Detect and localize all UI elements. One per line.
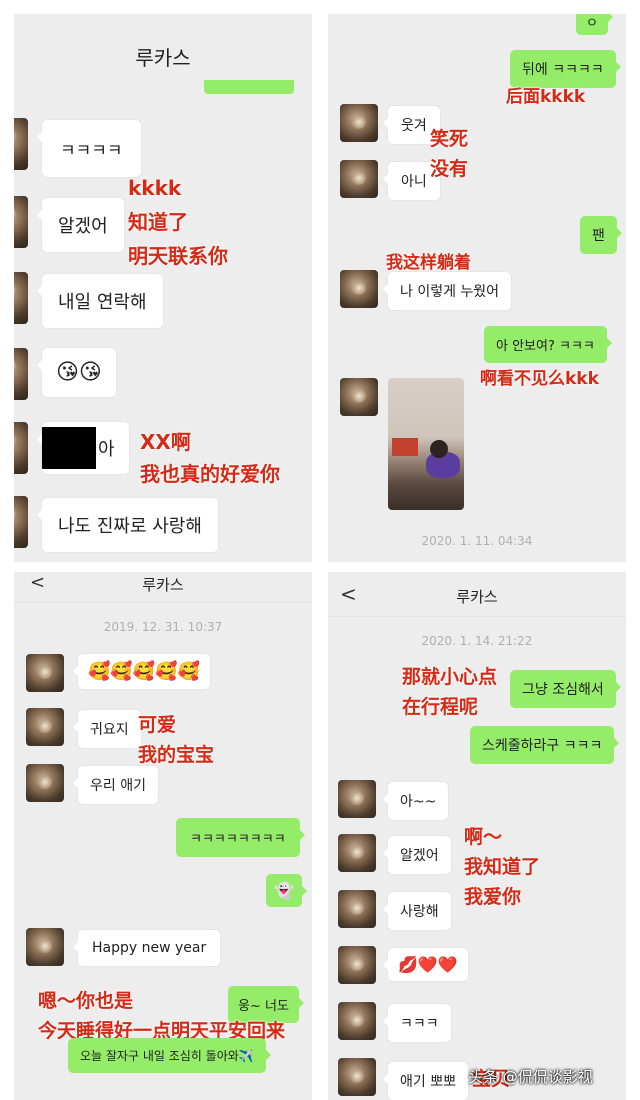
message-bubble: 내일 연락해	[37, 274, 163, 328]
timestamp: 2020. 1. 14. 21:22	[421, 634, 533, 648]
avatar	[26, 654, 64, 692]
avatar	[340, 378, 378, 416]
photo-detail	[430, 440, 448, 458]
message-bubble: 💋❤️❤️	[383, 948, 468, 981]
sent-bubble: 스케줄하라구 ㅋㅋㅋ	[470, 726, 620, 764]
sent-bubble: 아 안보여? ㅋㅋㅋ	[484, 326, 612, 363]
message-bubble: Happy new year	[72, 930, 221, 966]
avatar	[338, 780, 376, 818]
translation-note: 在行程呢	[402, 696, 479, 718]
message-bubble: 😘😘	[37, 348, 116, 397]
translation-note: 我知道了	[464, 856, 541, 878]
translation-note: 知道了	[128, 210, 188, 234]
translation-note: 我的宝宝	[138, 744, 215, 766]
translation-note: 可爱	[138, 714, 177, 736]
avatar	[14, 348, 28, 400]
translation-note: kkkk	[128, 176, 182, 200]
photo-detail	[392, 438, 418, 456]
avatar	[338, 1058, 376, 1096]
translation-note: 明天联系你	[128, 244, 228, 268]
avatar	[338, 834, 376, 872]
message-bubble: 알겠어	[383, 836, 451, 874]
translation-note: 嗯～你也是	[38, 990, 134, 1012]
avatar	[26, 708, 64, 746]
message-bubble: 아~~	[382, 782, 449, 820]
message-bubble: 사랑해	[383, 892, 451, 930]
avatar	[26, 764, 64, 802]
avatar	[338, 1002, 376, 1040]
translation-note: 那就小心点	[402, 666, 498, 688]
translation-note: 我这样躺着	[386, 253, 471, 273]
avatar	[14, 272, 28, 324]
translation-note: 我爱你	[464, 886, 522, 908]
message-bubble: ㅋㅋㅋㅋ	[37, 120, 141, 177]
message-bubble: 나도 진짜로 사랑해	[37, 498, 218, 552]
redacted-block	[42, 427, 96, 469]
avatar	[338, 946, 376, 984]
translation-note: 没有	[430, 158, 469, 180]
message-bubble: 귀요지	[73, 710, 141, 748]
avatar	[14, 496, 28, 548]
watermark: 头条 @侃侃谈影视	[468, 1068, 593, 1086]
message-bubble: 알겠어	[37, 198, 124, 252]
avatar	[340, 270, 378, 308]
message-bubble: 나 이렇게 누웠어	[382, 272, 512, 310]
message-bubble: 🥰🥰🥰🥰🥰	[72, 654, 211, 689]
sent-bubble: 👻	[266, 874, 307, 907]
message-bubble: ㅋㅋㅋ	[383, 1004, 451, 1042]
avatar	[338, 890, 376, 928]
avatar	[340, 160, 378, 198]
translation-note: 啊～	[464, 826, 503, 848]
chat-panel-4: < 루카스 2020. 1. 14. 21:22 那就小心点 그냥 조심해서 在…	[328, 572, 626, 1100]
message-bubble: 우리 애기	[73, 766, 158, 804]
timestamp: 2020. 1. 11. 04:34	[421, 534, 533, 548]
avatar	[26, 928, 64, 966]
sent-bubble: 팬	[580, 216, 622, 254]
avatar	[14, 196, 28, 248]
message-bubble: 애기 뽀뽀	[383, 1062, 468, 1100]
message-text: 아	[98, 439, 115, 460]
sent-bubble: 오늘 잘자구 내일 조심히 돌아와✈️	[68, 1038, 271, 1073]
translation-note: 后面kkkk	[506, 87, 586, 107]
avatar	[14, 422, 28, 474]
sent-bubble: 그냥 조심해서	[510, 670, 621, 708]
chat-title: 루카스	[135, 46, 191, 70]
sent-bubble-cropped	[204, 80, 294, 94]
chat-panel-3: < 루카스 2019. 12. 31. 10:37 🥰🥰🥰🥰🥰 귀요지 可爱 我…	[14, 572, 312, 1100]
sent-bubble: ㅋㅋㅋㅋㅋㅋㅋㅋ	[176, 818, 305, 857]
sent-bubble-cropped: ㅇ	[576, 14, 613, 35]
chat-title: 루카스	[456, 588, 498, 606]
message-bubble-redacted: 아	[37, 422, 129, 474]
translation-note: 我也真的好爱你	[140, 462, 280, 486]
chat-panel-1: 루카스 ㅋㅋㅋㅋ 알겠어 내일 연락해 😘😘 아 나도 진짜로 사랑해 kkkk…	[14, 14, 312, 562]
timestamp: 2019. 12. 31. 10:37	[103, 620, 223, 634]
avatar	[340, 104, 378, 142]
chat-title: 루카스	[142, 576, 184, 594]
avatar	[14, 118, 28, 170]
translation-note: 笑死	[430, 128, 469, 150]
translation-note: 啊看不见么kkk	[480, 369, 599, 389]
translation-note: XX啊	[140, 430, 191, 454]
photo-message[interactable]	[388, 378, 464, 510]
chat-panel-2: ㅇ 뒤에 ㅋㅋㅋㅋ 后面kkkk 웃겨 笑死 아니 没有 팬 我这样躺着 나 이…	[328, 14, 626, 562]
